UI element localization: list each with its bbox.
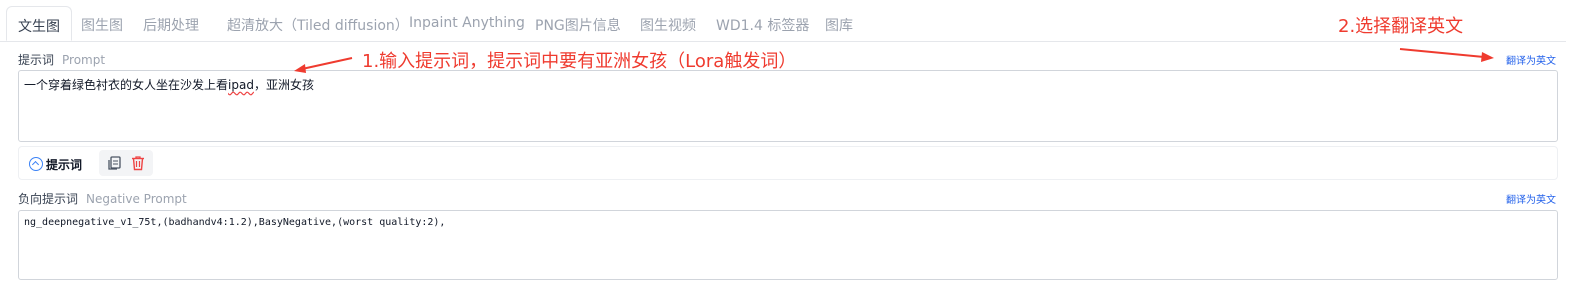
tab-png-info[interactable]: PNG图片信息 [535, 15, 621, 35]
annotation-step2: 2.选择翻译英文 [1338, 16, 1464, 37]
tab-postprocess[interactable]: 后期处理 [143, 15, 199, 35]
negative-prompt-label: 负向提示词 Negative Prompt [18, 190, 187, 207]
tab-img2video[interactable]: 图生视频 [640, 15, 696, 35]
negative-prompt-label-cn: 负向提示词 [18, 192, 79, 206]
prompt-label: 提示词 Prompt [18, 51, 105, 68]
copy-icon[interactable] [106, 155, 122, 171]
tab-tiled-diffusion[interactable]: 超清放大（Tiled diffusion） [227, 15, 409, 35]
arrow-to-translate [1399, 48, 1494, 62]
annotation-step1: 1.输入提示词，提示词中要有亚洲女孩（Lora触发词） [362, 51, 797, 72]
negative-prompt-textarea[interactable]: ng_deepnegative_v1_75t,(badhandv4:1.2),B… [18, 210, 1558, 280]
prompt-text: 一个穿着绿色衬衣的女人坐在沙发上看ipad，亚洲女孩 [24, 76, 314, 93]
trash-icon[interactable] [130, 155, 146, 171]
tab-inpaint-anything[interactable]: Inpaint Anything [409, 15, 525, 31]
prompt-text-part2: ，亚洲女孩 [253, 78, 314, 92]
prompt-translate-link[interactable]: 翻译为英文 [1506, 52, 1556, 67]
tab-img2img[interactable]: 图生图 [81, 15, 123, 35]
prompt-textarea[interactable]: 一个穿着绿色衬衣的女人坐在沙发上看ipad，亚洲女孩 [18, 70, 1558, 142]
negative-prompt-translate-link[interactable]: 翻译为英文 [1506, 191, 1556, 206]
tab-txt2img[interactable]: 文生图 [6, 6, 72, 41]
tab-wd14-tagger[interactable]: WD1.4 标签器 [716, 15, 809, 35]
prompt-collapse-label: 提示词 [46, 157, 83, 172]
tab-gallery[interactable]: 图库 [825, 15, 853, 35]
prompt-label-cn: 提示词 [18, 53, 55, 67]
tab-bar: 文生图 图生图 后期处理 超清放大（Tiled diffusion） Inpai… [0, 0, 1566, 42]
chevron-up-circle-icon [29, 157, 43, 171]
prompt-action-group [99, 150, 153, 176]
negative-prompt-label-en: Negative Prompt [86, 192, 187, 206]
prompt-text-misspelled: ipad [228, 78, 254, 92]
prompt-text-part1: 一个穿着绿色衬衣的女人坐在沙发上看 [24, 78, 229, 92]
prompt-collapse-button[interactable]: 提示词 [29, 155, 82, 173]
prompt-label-en: Prompt [62, 53, 106, 67]
negative-prompt-text: ng_deepnegative_v1_75t,(badhandv4:1.2),B… [24, 217, 446, 228]
prompt-toolbar: 提示词 [18, 146, 1558, 180]
